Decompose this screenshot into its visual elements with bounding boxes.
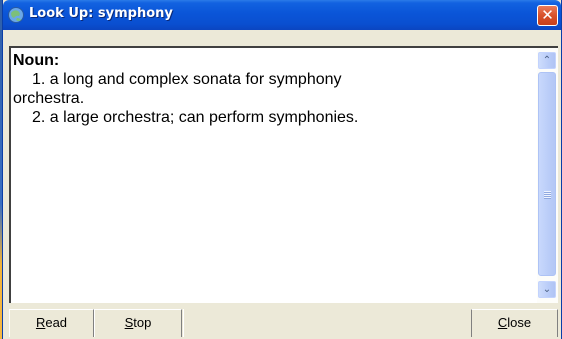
read-button[interactable]: Read <box>9 309 94 337</box>
definition-item: 2. a large orchestra; can perform sympho… <box>13 108 537 127</box>
definition-item: 1. a long and complex sonata for symphon… <box>13 70 537 108</box>
definition-line-continued: orchestra. <box>13 90 85 107</box>
grip-icon <box>544 191 551 199</box>
scroll-up-button[interactable]: ⌃ <box>538 52 556 69</box>
read-accelerator: R <box>35 315 46 330</box>
definition-line: 1. a long and complex sonata for symphon… <box>32 71 342 88</box>
close-label: lose <box>507 315 532 330</box>
close-button[interactable]: Close <box>471 309 558 337</box>
chevron-up-icon: ⌃ <box>542 55 552 66</box>
vertical-scrollbar[interactable]: ⌃ ⌄ <box>537 46 558 303</box>
close-window-button[interactable]: ✕ <box>537 5 558 26</box>
title-bar[interactable]: Look Up: symphony ✕ <box>3 0 561 30</box>
button-bar: Read Stop Close <box>9 303 558 337</box>
stop-label: top <box>133 315 152 330</box>
app-icon <box>8 7 24 23</box>
part-of-speech: Noun: <box>13 52 60 69</box>
window-title: Look Up: symphony <box>29 6 173 21</box>
definition-line: 2. a large orchestra; can perform sympho… <box>32 109 359 126</box>
close-icon: ✕ <box>541 6 554 24</box>
stop-button[interactable]: Stop <box>94 309 182 337</box>
close-accelerator: C <box>497 315 508 330</box>
read-label: ead <box>45 315 68 330</box>
lookup-window: Look Up: symphony ✕ Noun: 1. a long and … <box>2 0 562 339</box>
definition-text-area[interactable]: Noun: 1. a long and complex sonata for s… <box>9 46 537 303</box>
scroll-thumb[interactable] <box>538 72 556 276</box>
stop-accelerator: S <box>124 315 134 330</box>
button-bar-spacer <box>183 309 470 337</box>
chevron-down-icon: ⌄ <box>542 284 552 295</box>
scroll-down-button[interactable]: ⌄ <box>538 281 556 298</box>
